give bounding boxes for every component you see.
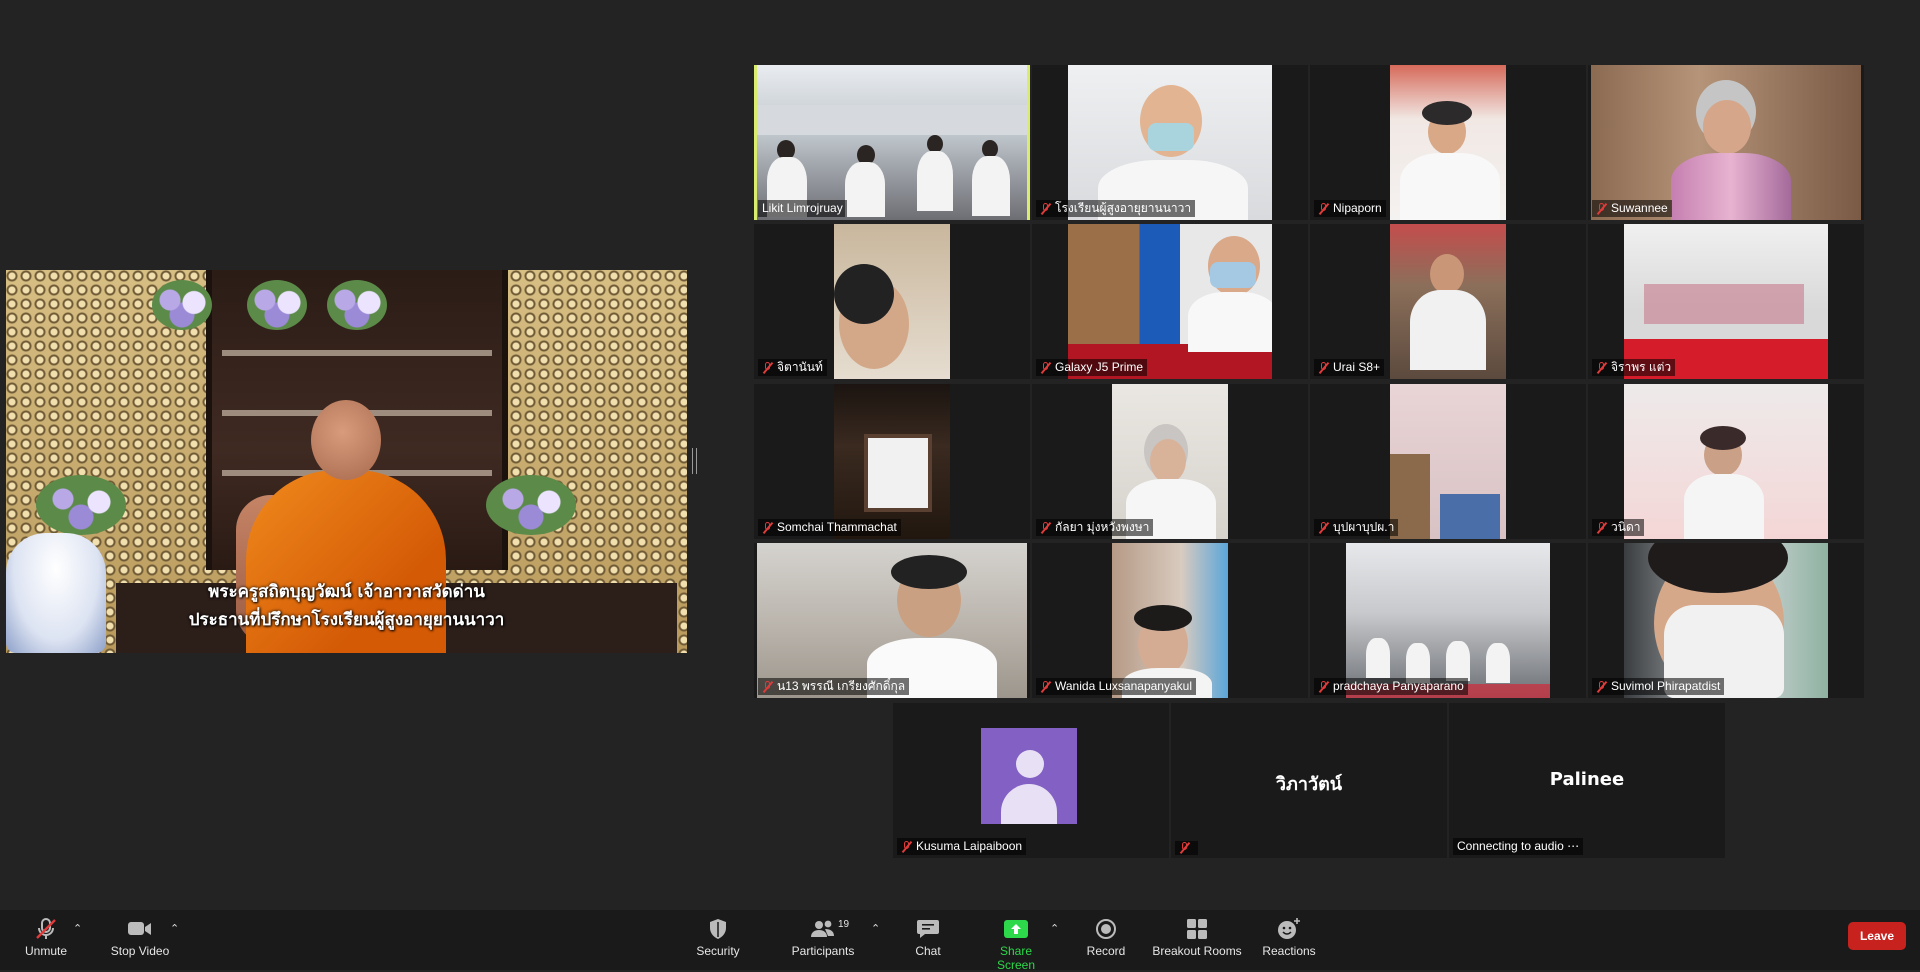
participant-tile[interactable]: โรงเรียนผู้สูงอายุยานนาวา xyxy=(1032,65,1308,220)
chat-button[interactable]: Chat xyxy=(905,918,951,958)
muted-mic-icon xyxy=(1596,521,1608,534)
participant-tile[interactable]: Urai S8+ xyxy=(1310,224,1586,379)
reactions-button[interactable]: Reactions xyxy=(1262,918,1316,958)
view-splitter-handle[interactable] xyxy=(692,448,697,474)
participant-name: pradchaya Panyaparano xyxy=(1333,679,1464,693)
caption-line-1: พระครูสถิตบุญวัฒน์ เจ้าอาวาสวัดด่าน xyxy=(208,582,485,602)
participant-name: วนิดา xyxy=(1611,520,1641,534)
smiley-plus-icon xyxy=(1262,918,1316,940)
record-icon xyxy=(1084,918,1128,940)
participants-options-caret-icon[interactable]: ⌃ xyxy=(871,922,880,935)
participant-name: จิตานันท์ xyxy=(777,360,823,374)
audio-status-text: Connecting to audio ⋯ xyxy=(1457,839,1580,853)
security-button[interactable]: Security xyxy=(690,918,746,958)
muted-mic-icon xyxy=(1040,521,1052,534)
muted-mic-icon xyxy=(1596,202,1608,215)
participant-tile[interactable]: pradchaya Panyaparano xyxy=(1310,543,1586,698)
participant-tile[interactable]: Likit Limrojruay xyxy=(754,65,1030,220)
default-avatar-icon xyxy=(981,728,1077,824)
participant-tile[interactable]: กัลยา มุ่งหวังพงษา xyxy=(1032,384,1308,539)
muted-mic-icon xyxy=(1318,680,1330,693)
muted-mic-icon xyxy=(1318,202,1330,215)
share-screen-button[interactable]: Share Screen xyxy=(980,918,1052,972)
muted-mic-icon xyxy=(22,918,70,940)
participant-name: Urai S8+ xyxy=(1333,360,1381,374)
muted-mic-icon xyxy=(762,361,774,374)
participant-name: จิราพร แต่ว xyxy=(1611,360,1672,374)
participant-tile[interactable]: น13 พรรณี เกรียงศักดิ์กุล xyxy=(754,543,1030,698)
muted-mic-icon xyxy=(1318,521,1330,534)
flower-vase-right xyxy=(486,475,576,535)
muted-mic-icon xyxy=(1179,842,1191,854)
breakout-rooms-icon xyxy=(1152,918,1242,940)
flower-vase-left xyxy=(36,475,126,535)
participant-tile[interactable]: บุปผาบุปผ.า xyxy=(1310,384,1586,539)
participant-name: บุปผาบุปผ.า xyxy=(1333,520,1395,534)
unmute-button[interactable]: Unmute xyxy=(22,918,70,958)
participant-name: Somchai Thammachat xyxy=(777,520,897,534)
muted-mic-icon xyxy=(1596,680,1608,693)
participant-tile[interactable]: จิตานันท์ xyxy=(754,224,1030,379)
muted-mic-icon xyxy=(1596,361,1608,374)
caption-line-2: ประธานที่ปรึกษาโรงเรียนผู้สูงอายุยานนาวา xyxy=(188,610,505,630)
participant-name: น13 พรรณี เกรียงศักดิ์กุล xyxy=(777,679,906,693)
participant-name: Suwannee xyxy=(1611,201,1668,215)
share-screen-icon xyxy=(980,918,1052,940)
share-options-caret-icon[interactable]: ⌃ xyxy=(1050,922,1059,935)
participant-display-name: วิภาวัตน์ xyxy=(1275,774,1343,795)
participant-tile[interactable]: วิภาวัตน์ xyxy=(1171,703,1447,858)
participant-tile[interactable]: Kusuma Laipaiboon xyxy=(893,703,1169,858)
participant-tile[interactable]: Suwannee xyxy=(1588,65,1864,220)
record-button[interactable]: Record xyxy=(1084,918,1128,958)
participants-count-badge: 19 xyxy=(838,919,850,930)
muted-mic-icon xyxy=(1040,361,1052,374)
video-camera-icon xyxy=(105,918,175,940)
muted-mic-icon xyxy=(762,680,774,693)
stop-video-button[interactable]: Stop Video xyxy=(105,918,175,958)
participant-name: Likit Limrojruay xyxy=(762,201,843,215)
participant-name: Kusuma Laipaiboon xyxy=(916,839,1023,853)
participant-name: Suvimol Phirapatdist xyxy=(1611,679,1721,693)
muted-mic-icon xyxy=(1040,202,1052,215)
participant-name: กัลยา มุ่งหวังพงษา xyxy=(1055,520,1150,534)
audio-options-caret-icon[interactable]: ⌃ xyxy=(73,922,82,935)
muted-mic-icon xyxy=(762,521,774,534)
shared-video-view[interactable]: พระครูสถิตบุญวัฒน์ เจ้าอาวาสวัดด่าน ประธ… xyxy=(6,270,687,653)
shield-icon xyxy=(690,918,746,940)
participant-tile[interactable]: จิราพร แต่ว xyxy=(1588,224,1864,379)
participant-tile[interactable]: Somchai Thammachat xyxy=(754,384,1030,539)
chat-bubble-icon xyxy=(905,918,951,940)
muted-mic-icon xyxy=(901,840,913,853)
breakout-rooms-button[interactable]: Breakout Rooms xyxy=(1152,918,1242,958)
participant-tile[interactable]: Suvimol Phirapatdist xyxy=(1588,543,1864,698)
participant-name: Nipaporn xyxy=(1333,201,1382,215)
muted-mic-icon xyxy=(1318,361,1330,374)
participant-tile[interactable]: Palinee Connecting to audio ⋯ xyxy=(1449,703,1725,858)
video-options-caret-icon[interactable]: ⌃ xyxy=(170,922,179,935)
participant-name: Galaxy J5 Prime xyxy=(1055,360,1144,374)
muted-mic-icon xyxy=(1040,680,1052,693)
participant-tile[interactable]: วนิดา xyxy=(1588,384,1864,539)
leave-button[interactable]: Leave xyxy=(1847,922,1906,950)
participant-display-name: Palinee xyxy=(1549,769,1625,790)
meeting-toolbar: Unmute ⌃ Stop Video ⌃ Security Participa… xyxy=(0,910,1920,972)
participant-name: Wanida Luxsanapanyakul xyxy=(1055,679,1192,693)
participant-tile[interactable]: Galaxy J5 Prime xyxy=(1032,224,1308,379)
participant-tile[interactable]: Nipaporn xyxy=(1310,65,1586,220)
participant-name: โรงเรียนผู้สูงอายุยานนาวา xyxy=(1055,201,1192,215)
participant-tile[interactable]: Wanida Luxsanapanyakul xyxy=(1032,543,1308,698)
